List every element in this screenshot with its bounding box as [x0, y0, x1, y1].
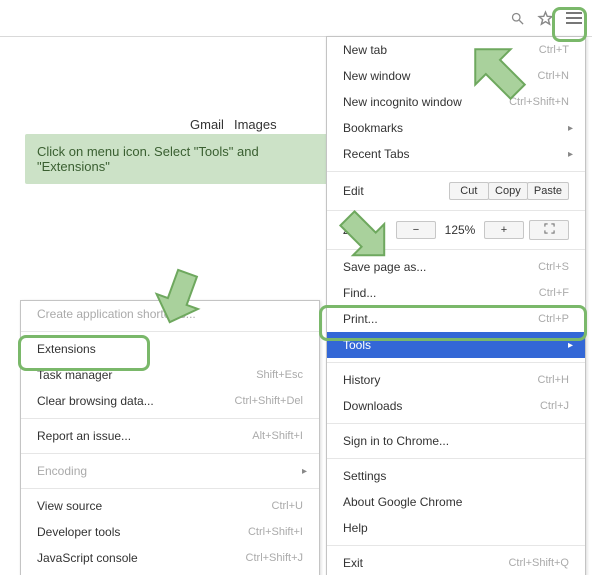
separator: [327, 545, 585, 546]
menu-print[interactable]: Print...Ctrl+P: [327, 306, 585, 332]
submenu-js-console[interactable]: JavaScript consoleCtrl+Shift+J: [21, 545, 319, 571]
header-links: Gmail Images: [190, 117, 277, 132]
chevron-right-icon: ▸: [568, 123, 573, 134]
chevron-right-icon: ▸: [568, 340, 573, 351]
menu-about[interactable]: About Google Chrome: [327, 489, 585, 515]
menu-exit[interactable]: ExitCtrl+Shift+Q: [327, 550, 585, 575]
menu-signin[interactable]: Sign in to Chrome...: [327, 428, 585, 454]
star-icon[interactable]: [534, 7, 556, 29]
menu-downloads[interactable]: DownloadsCtrl+J: [327, 393, 585, 419]
submenu-dev-tools[interactable]: Developer toolsCtrl+Shift+I: [21, 519, 319, 545]
submenu-inspect-devices[interactable]: Inspect devices: [21, 571, 319, 575]
submenu-view-source[interactable]: View sourceCtrl+U: [21, 493, 319, 519]
submenu-encoding[interactable]: Encoding▸: [21, 458, 319, 484]
separator: [21, 418, 319, 419]
fullscreen-button[interactable]: [529, 220, 569, 240]
zoom-in-button[interactable]: +: [484, 221, 524, 239]
submenu-clear-data[interactable]: Clear browsing data...Ctrl+Shift+Del: [21, 388, 319, 414]
menu-settings[interactable]: Settings: [327, 463, 585, 489]
hamburger-menu-button[interactable]: [562, 6, 586, 30]
copy-button[interactable]: Copy: [488, 182, 528, 200]
chevron-right-icon: ▸: [302, 466, 307, 477]
tools-submenu: Create application shortcuts... Extensio…: [20, 300, 320, 575]
submenu-report-issue[interactable]: Report an issue...Alt+Shift+I: [21, 423, 319, 449]
separator: [327, 423, 585, 424]
zoom-icon[interactable]: [506, 7, 528, 29]
instruction-callout: Click on menu icon. Select "Tools" and "…: [25, 134, 344, 184]
menu-tools[interactable]: Tools▸: [327, 332, 585, 358]
separator: [327, 362, 585, 363]
paste-button[interactable]: Paste: [527, 182, 569, 200]
menu-history[interactable]: HistoryCtrl+H: [327, 367, 585, 393]
separator: [21, 453, 319, 454]
arrow-to-tools: [323, 194, 403, 274]
arrow-to-menu-icon: [455, 29, 545, 119]
cut-button[interactable]: Cut: [449, 182, 489, 200]
chevron-right-icon: ▸: [568, 149, 573, 160]
images-link[interactable]: Images: [234, 117, 277, 132]
menu-find[interactable]: Find...Ctrl+F: [327, 280, 585, 306]
zoom-percent: 125%: [442, 223, 478, 237]
menu-help[interactable]: Help: [327, 515, 585, 541]
arrow-to-extensions: [140, 254, 220, 334]
separator: [327, 458, 585, 459]
menu-recent-tabs[interactable]: Recent Tabs▸: [327, 141, 585, 167]
separator: [21, 488, 319, 489]
gmail-link[interactable]: Gmail: [190, 117, 224, 132]
separator: [327, 171, 585, 172]
submenu-task-manager[interactable]: Task managerShift+Esc: [21, 362, 319, 388]
submenu-extensions[interactable]: Extensions: [21, 336, 319, 362]
